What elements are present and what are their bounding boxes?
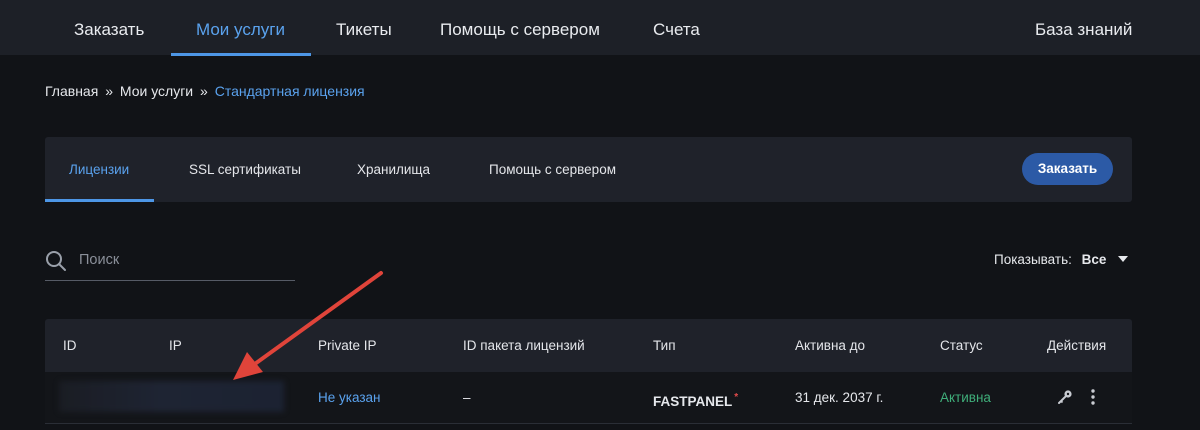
more-vertical-icon[interactable] [1090,388,1096,406]
nav-order[interactable]: Заказать [74,0,144,55]
table-header: ID IP Private IP ID пакета лицензий Тип … [45,319,1132,372]
key-icon[interactable] [1057,389,1073,405]
private-ip-cell[interactable]: Не указан [318,372,380,424]
search-input[interactable] [79,248,289,272]
tab-server-help[interactable]: Помощь с сервером [489,137,616,202]
services-tabs: Лицензии SSL сертификаты Хранилища Помощ… [45,137,1132,202]
breadcrumb-services[interactable]: Мои услуги [120,83,193,99]
show-filter-value[interactable]: Все [1082,252,1107,267]
breadcrumb-separator: » [200,83,208,99]
nav-active-indicator [171,53,311,56]
tab-storage[interactable]: Хранилища [357,137,430,202]
top-navigation: Заказать Мои услуги Тикеты Помощь с серв… [0,0,1200,56]
breadcrumb-current[interactable]: Стандартная лицензия [215,83,365,99]
redacted-id-ip [59,381,284,412]
breadcrumb-home[interactable]: Главная [45,83,98,99]
order-button[interactable]: Заказать [1022,153,1113,185]
column-private-ip: Private IP [318,338,377,353]
type-cell: FASTPANEL * [653,372,738,424]
nav-my-services[interactable]: Мои услуги [196,0,285,55]
status-badge: Активна [940,390,991,405]
tab-licenses[interactable]: Лицензии [69,137,129,202]
licenses-table: ID IP Private IP ID пакета лицензий Тип … [45,319,1132,430]
nav-tickets[interactable]: Тикеты [336,0,392,55]
search-icon [46,251,66,271]
breadcrumb: Главная » Мои услуги » Стандартная лицен… [45,83,365,99]
tab-active-indicator [45,199,154,202]
type-mark: * [734,392,739,403]
show-filter-label: Показывать: [994,252,1072,267]
nav-server-help[interactable]: Помощь с сервером [440,0,600,55]
package-id-cell: – [463,390,471,405]
column-actions: Действия [1047,338,1107,353]
nav-knowledge-base[interactable]: База знаний [1035,0,1132,55]
table-row[interactable]: Не указан – FASTPANEL * 31 дек. 2037 г. А… [45,372,1132,424]
nav-invoices[interactable]: Счета [653,0,700,55]
type-value: FASTPANEL [653,394,733,409]
tab-ssl-certificates[interactable]: SSL сертификаты [189,137,301,202]
column-id: ID [63,338,77,353]
breadcrumb-separator: » [105,83,113,99]
search-box [45,240,295,281]
chevron-down-icon[interactable] [1118,256,1129,262]
show-filter[interactable]: Показывать: Все [994,252,1129,267]
row-actions [1057,388,1117,408]
column-package-id: ID пакета лицензий [463,338,585,353]
column-active-until: Активна до [795,338,866,353]
column-type: Тип [653,338,676,353]
column-ip: IP [169,338,182,353]
column-status: Статус [940,338,983,353]
active-until-cell: 31 дек. 2037 г. [795,390,884,405]
